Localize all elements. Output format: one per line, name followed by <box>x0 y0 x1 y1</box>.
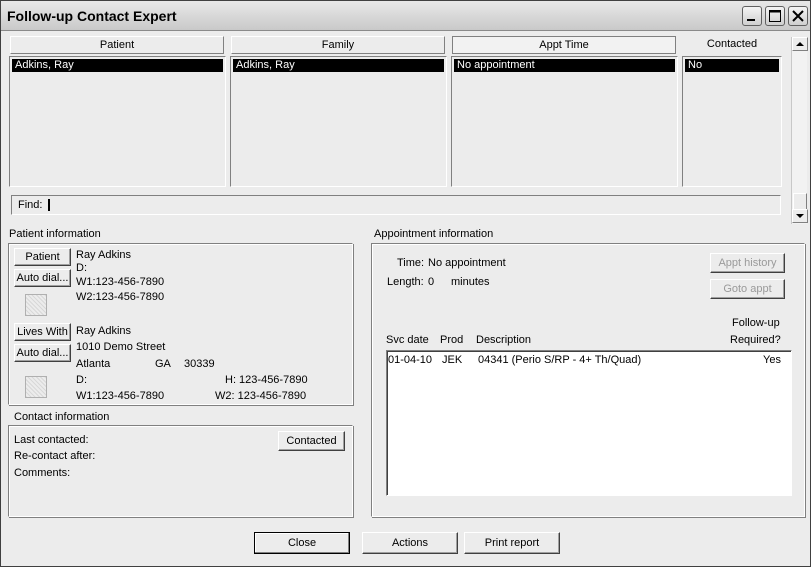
lives-with-w2-phone: W2: 123-456-7890 <box>215 390 307 402</box>
lives-with-street: 1010 Demo Street <box>76 341 166 353</box>
svc-date-cell: 01-04-10 <box>388 354 433 366</box>
contacted-list[interactable]: No <box>682 56 782 187</box>
table-row[interactable]: 01-04-10 JEK 04341 (Perio S/RP - 4+ Th/Q… <box>387 353 791 368</box>
list-scrollbar[interactable] <box>791 37 808 224</box>
length-label: Length: <box>387 276 424 288</box>
length-unit: minutes <box>451 276 490 288</box>
description-cell: 04341 (Perio S/RP - 4+ Th/Quad) <box>478 354 642 366</box>
lives-with-state: GA <box>155 358 171 370</box>
lives-with-auto-dial-button[interactable]: Auto dial... <box>14 344 71 362</box>
description-header[interactable]: Description <box>476 334 531 346</box>
arrow-down-icon <box>796 214 804 218</box>
find-field[interactable]: Find: <box>11 195 781 215</box>
lives-with-button[interactable]: Lives With <box>14 323 71 341</box>
patient-photo <box>25 294 47 316</box>
comments-label: Comments: <box>14 467 71 479</box>
close-window-button[interactable] <box>788 6 808 26</box>
patient-list[interactable]: Adkins, Ray <box>9 56 226 187</box>
prod-header[interactable]: Prod <box>440 334 463 346</box>
lives-with-photo <box>25 376 47 398</box>
appointment-info-label: Appointment information <box>374 228 494 240</box>
scroll-down-button[interactable] <box>792 209 808 223</box>
followup-cell: Yes <box>763 354 781 366</box>
column-header-family[interactable]: Family <box>231 36 445 54</box>
patient-w1-phone: W1:123-456-7890 <box>76 276 165 288</box>
followup-header-line2[interactable]: Required? <box>730 334 781 346</box>
patient-d-label: D: <box>76 262 87 274</box>
column-header-contacted[interactable]: Contacted <box>683 36 781 54</box>
maximize-icon <box>769 10 781 22</box>
svc-date-header[interactable]: Svc date <box>386 334 429 346</box>
length-value: 0 <box>428 276 435 288</box>
patient-w2-phone: W2:123-456-7890 <box>76 291 165 303</box>
list-item[interactable]: Adkins, Ray <box>233 59 444 72</box>
lives-with-w1-phone: W1:123-456-7890 <box>76 390 165 402</box>
family-list[interactable]: Adkins, Ray <box>230 56 447 187</box>
title-bar: Follow-up Contact Expert <box>1 1 810 31</box>
contacted-button[interactable]: Contacted <box>278 431 345 451</box>
minimize-button[interactable] <box>742 6 762 26</box>
recontact-after-label: Re-contact after: <box>14 450 96 462</box>
list-item[interactable]: No appointment <box>454 59 675 72</box>
window-title: Follow-up Contact Expert <box>7 8 177 24</box>
column-header-appt-time[interactable]: Appt Time <box>452 36 676 54</box>
appointment-table[interactable]: 01-04-10 JEK 04341 (Perio S/RP - 4+ Th/Q… <box>386 350 792 496</box>
lives-with-name: Ray Adkins <box>76 325 132 337</box>
column-header-patient[interactable]: Patient <box>10 36 224 54</box>
appt-history-button[interactable]: Appt history <box>710 253 785 273</box>
lives-with-home-phone: H: 123-456-7890 <box>225 374 308 386</box>
time-label: Time: <box>397 257 425 269</box>
arrow-up-icon <box>796 42 804 46</box>
find-label: Find: <box>18 199 43 211</box>
follow-up-contact-window: Follow-up Contact Expert Patient Family … <box>0 0 811 567</box>
last-contacted-label: Last contacted: <box>14 434 89 446</box>
text-caret <box>48 199 50 211</box>
appt-time-list[interactable]: No appointment <box>451 56 678 187</box>
actions-button[interactable]: Actions <box>362 532 458 554</box>
lives-with-zip: 30339 <box>184 358 215 370</box>
lives-with-city: Atlanta <box>76 358 111 370</box>
time-value: No appointment <box>428 257 506 269</box>
patient-name: Ray Adkins <box>76 249 132 261</box>
list-item[interactable]: No <box>685 59 779 72</box>
followup-header-line1[interactable]: Follow-up <box>732 317 780 329</box>
lives-with-d-label: D: <box>76 374 87 386</box>
minimize-icon <box>747 19 755 21</box>
close-button[interactable]: Close <box>254 532 350 554</box>
scroll-up-button[interactable] <box>792 37 808 51</box>
contact-info-label: Contact information <box>14 411 110 423</box>
goto-appt-button[interactable]: Goto appt <box>710 279 785 299</box>
patient-info-label: Patient information <box>9 228 101 240</box>
maximize-button[interactable] <box>765 6 785 26</box>
print-report-button[interactable]: Print report <box>464 532 560 554</box>
auto-dial-button[interactable]: Auto dial... <box>14 269 71 287</box>
prod-cell: JEK <box>442 354 463 366</box>
close-icon <box>792 10 804 22</box>
list-item[interactable]: Adkins, Ray <box>12 59 223 72</box>
patient-button[interactable]: Patient <box>14 248 71 266</box>
